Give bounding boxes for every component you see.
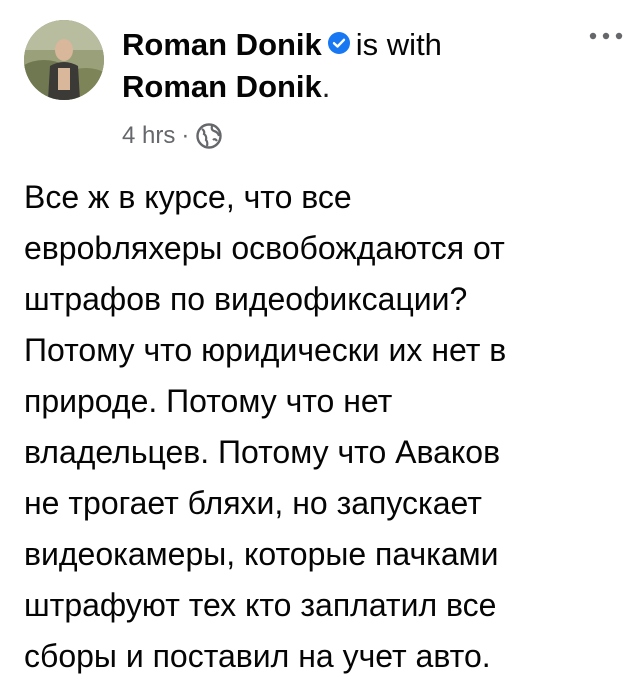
post-text-line: штрафов по видеофиксации? [24, 281, 468, 317]
post-text-line: видеокамеры, которые пачками [24, 536, 499, 572]
post-text-line: не трогает бляхи, но запускает [24, 485, 482, 521]
tagged-person[interactable]: Roman Donik [122, 69, 322, 104]
tagged-line: Roman Donik. [122, 66, 552, 108]
author-line: Roman Donik is with [122, 24, 552, 66]
author-name[interactable]: Roman Donik [122, 27, 322, 62]
post-text-line: еврobляхеры освобождаются от [24, 230, 505, 266]
meta-separator: · [181, 122, 190, 149]
post-text-line: Все ж в курсе, что все [24, 179, 352, 215]
post-text-line: сборы и поставил на учет авто. [24, 638, 491, 674]
post-time[interactable]: 4 hrs [122, 122, 175, 150]
post-text-line: Потому что юридически их нет в [24, 332, 507, 368]
avatar-photo [24, 20, 104, 100]
facebook-post: Roman Donik is with Roman Donik. 4 hrs · [0, 0, 640, 674]
author-avatar[interactable] [24, 20, 104, 100]
post-text-line: штрафуют тех кто заплатил все [24, 587, 497, 623]
globe-icon[interactable] [195, 122, 223, 150]
post-meta: 4 hrs · [122, 122, 552, 150]
tagged-suffix: . [321, 69, 331, 104]
post-header: Roman Donik is with Roman Donik. 4 hrs · [122, 24, 552, 150]
verified-badge-icon [327, 32, 350, 54]
post-text-line: владельцев. Потому что Аваков [24, 434, 501, 470]
post-text: Все ж в курсе, что все еврobляхеры освоб… [24, 172, 624, 682]
more-options-button[interactable] [586, 24, 626, 48]
post-text-line: природе. Потому что нет [24, 383, 393, 419]
with-text: is with [355, 27, 442, 62]
more-options-icon [589, 32, 623, 40]
